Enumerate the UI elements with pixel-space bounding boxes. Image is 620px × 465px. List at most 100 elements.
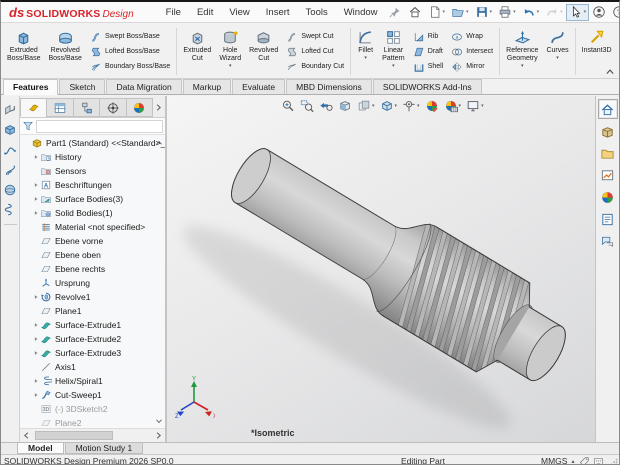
tree-filter-input[interactable] <box>36 120 163 133</box>
menu-tools[interactable]: Tools <box>298 4 336 21</box>
select-tool-button[interactable]: ▾ <box>566 4 590 21</box>
sphere-button[interactable] <box>2 180 19 200</box>
home-button[interactable] <box>405 4 425 21</box>
tree-item-surface-extrude1[interactable]: Surface-Extrude1 <box>20 318 165 332</box>
expand-arrow-icon[interactable] <box>31 210 40 216</box>
tree-scroll-down[interactable] <box>154 416 164 426</box>
dropdown-icon[interactable]: ▾ <box>229 64 232 69</box>
dropdown-icon[interactable]: ▾ <box>521 64 524 69</box>
panel-tab-featuremanager-design-tree[interactable] <box>20 98 47 117</box>
ribbon-curves-button[interactable]: Curves▾ <box>542 26 572 77</box>
ribbon-mirror-button[interactable]: Mirror <box>447 59 497 74</box>
previous-view-button[interactable] <box>317 97 335 115</box>
dropdown-icon[interactable]: ▾ <box>364 56 367 61</box>
zoom-to-area-button[interactable] <box>298 97 316 115</box>
ribbon-extruded-boss-base-button[interactable]: ExtrudedBoss/Base <box>3 26 44 77</box>
dropdown-icon[interactable]: ▾ <box>560 9 563 15</box>
ribbon-swept-cut-button[interactable]: Swept Cut <box>282 29 348 44</box>
tree-item-solid-bodies-1[interactable]: Solid Bodies(1) <box>20 206 165 220</box>
panel-tab-propertymanager[interactable] <box>46 98 73 117</box>
design-library-button[interactable] <box>598 121 618 141</box>
hide-show-items-button[interactable]: ▾ <box>400 97 422 115</box>
new-document-button[interactable]: ▾ <box>425 4 449 21</box>
expand-arrow-icon[interactable] <box>31 336 40 342</box>
ribbon-wrap-button[interactable]: aWrap <box>447 29 497 44</box>
expand-arrow-icon[interactable] <box>31 154 40 160</box>
solidworks-resources-button[interactable] <box>598 99 618 119</box>
expand-arrow-icon[interactable] <box>31 350 40 356</box>
ribbon-lofted-boss-base-button[interactable]: Lofted Boss/Base <box>86 44 174 59</box>
menu-edit[interactable]: Edit <box>189 4 221 21</box>
custom-properties-button[interactable] <box>598 209 618 229</box>
dropdown-icon[interactable]: ▾ <box>490 9 493 15</box>
tab-model[interactable]: Model <box>17 443 64 454</box>
print-button[interactable]: ▾ <box>495 4 519 21</box>
tree-item-plane1[interactable]: Plane1 <box>20 304 165 318</box>
tree-item-part1-standard-standard-anz[interactable]: Part1 (Standard) <<Standard>_Anz <box>20 136 165 150</box>
ribbon-swept-boss-base-button[interactable]: Swept Boss/Base <box>86 29 174 44</box>
menu-window[interactable]: Window <box>336 4 386 21</box>
dropdown-icon[interactable]: ▾ <box>459 103 462 109</box>
apply-scene-button[interactable]: ▾ <box>442 97 464 115</box>
dropdown-icon[interactable]: ▾ <box>372 103 375 109</box>
dropdown-icon[interactable]: ▾ <box>556 56 559 61</box>
tree-horizontal-scrollbar[interactable] <box>20 428 165 442</box>
dropdown-icon[interactable]: ▾ <box>392 64 395 69</box>
ribbon-lofted-cut-button[interactable]: Lofted Cut <box>282 44 348 59</box>
solidworks-forum-button[interactable] <box>598 231 618 251</box>
dropdown-icon[interactable]: ▾ <box>584 9 587 15</box>
save-button[interactable]: ▾ <box>472 4 496 21</box>
ribbon-linear-pattern-button[interactable]: LinearPattern▾ <box>378 26 409 77</box>
menu-insert[interactable]: Insert <box>258 4 298 21</box>
tree-item-material-not-specified[interactable]: Material <not specified> <box>20 220 165 234</box>
expand-arrow-icon[interactable] <box>31 196 40 202</box>
dropdown-icon[interactable]: ▾ <box>417 103 420 109</box>
tab-markup[interactable]: Markup <box>183 79 231 94</box>
view-orientation-button[interactable]: ▾ <box>378 97 400 115</box>
resize-grip[interactable] <box>610 458 618 465</box>
tree-item-cut-sweep1[interactable]: Cut-Sweep1 <box>20 388 165 402</box>
help-icon[interactable]: ? <box>612 5 620 19</box>
quick-tips-icon[interactable] <box>593 456 604 465</box>
helix-button[interactable] <box>2 160 19 180</box>
pinion-shaft-model[interactable] <box>167 96 597 442</box>
dropdown-icon[interactable]: ▾ <box>395 103 398 109</box>
account-icon[interactable] <box>592 5 606 19</box>
tab-features[interactable]: Features <box>3 79 58 95</box>
scroll-right-icon[interactable] <box>152 430 165 442</box>
dynamic-annotation-views-button[interactable]: ▾ <box>355 97 377 115</box>
ribbon-revolved-cut-button[interactable]: RevolvedCut <box>245 26 282 77</box>
ribbon-intersect-button[interactable]: Intersect <box>447 44 497 59</box>
panel-tabs-overflow[interactable] <box>152 98 165 117</box>
sheet-metal-button[interactable] <box>2 100 19 120</box>
panel-tab-displaymanager[interactable] <box>126 98 153 117</box>
tree-item-plane2[interactable]: Plane2 <box>20 416 165 428</box>
ribbon-reference-geometry-button[interactable]: ReferenceGeometry▾ <box>502 26 542 77</box>
ribbon-rib-button[interactable]: Rib <box>409 29 448 44</box>
expand-arrow-icon[interactable] <box>31 322 40 328</box>
tree-item-helix-spiral1[interactable]: Helix/Spiral1 <box>20 374 165 388</box>
tab-motion-study-1[interactable]: Motion Study 1 <box>65 443 144 454</box>
tree-item-3dsketch2[interactable]: 3D(-) 3DSketch2 <box>20 402 165 416</box>
appearances-scenes-button[interactable] <box>598 187 618 207</box>
dropdown-icon[interactable]: ▾ <box>513 9 516 15</box>
expand-arrow-icon[interactable] <box>31 294 40 300</box>
ribbon-hole-wizard-button[interactable]: HoleWizard▾ <box>215 26 245 77</box>
expand-arrow-icon[interactable] <box>31 182 40 188</box>
scrollbar-thumb[interactable] <box>35 431 113 440</box>
ribbon-collapse-icon[interactable] <box>604 67 616 77</box>
tree-scroll-up[interactable] <box>154 138 164 148</box>
tab-solidworks-add-ins[interactable]: SOLIDWORKS Add-Ins <box>373 79 482 94</box>
undo-button[interactable]: ▾ <box>519 4 543 21</box>
view-palette-button[interactable] <box>598 165 618 185</box>
panel-tab-dimxpertmanager[interactable] <box>99 98 126 117</box>
tree-item-ebene-vorne[interactable]: Ebene vorne <box>20 234 165 248</box>
open-document-button[interactable]: ▾ <box>448 4 472 21</box>
menu-view[interactable]: View <box>221 4 257 21</box>
unit-system-selector[interactable]: MMGS ▴ <box>541 456 574 465</box>
tags-icon[interactable] <box>579 456 590 465</box>
solid-cube-button[interactable] <box>2 120 19 140</box>
file-explorer-button[interactable] <box>598 143 618 163</box>
ribbon-draft-button[interactable]: Draft <box>409 44 448 59</box>
tab-sketch[interactable]: Sketch <box>59 79 105 94</box>
